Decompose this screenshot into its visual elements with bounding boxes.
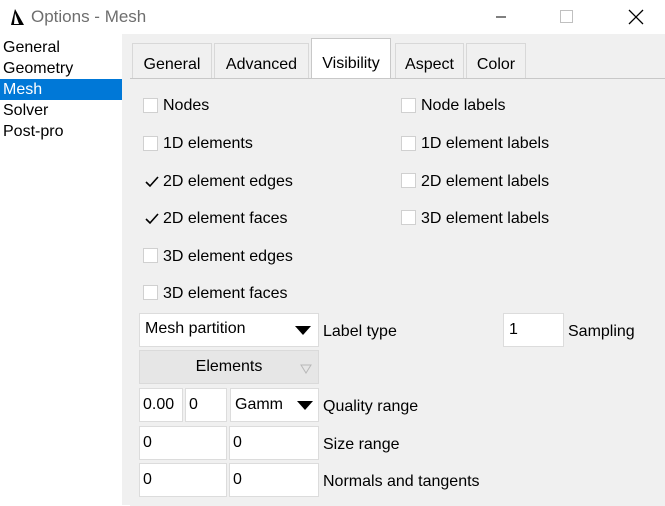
sidebar-item-geometry[interactable]: Geometry [0,58,122,79]
elements-menu-button[interactable]: Elements [139,350,319,384]
sidebar-item-mesh[interactable]: Mesh [0,79,122,100]
nodes-label: Nodes [163,97,210,114]
tab-color[interactable]: Color [466,43,526,78]
tab-general[interactable]: General [132,43,212,78]
visibility-panel: Nodes 1D elements 2D element edges 2D el… [130,78,665,506]
quality-min-input[interactable]: 0.00 [139,388,183,422]
2d-element-faces-label: 2D element faces [163,210,288,227]
options-main-area: General Advanced Visibility Aspect Color… [122,34,665,506]
sampling-label: Sampling [568,323,635,340]
2d-element-labels-checkbox[interactable] [401,173,416,188]
tab-advanced[interactable]: Advanced [214,43,309,78]
normals-input[interactable]: 0 [139,463,227,497]
2d-element-edges-checkbox[interactable] [143,173,159,188]
3d-element-faces-checkbox[interactable] [143,285,158,300]
size-min-input[interactable]: 0 [139,426,227,460]
1d-element-labels-checkbox[interactable] [401,136,416,151]
1d-elements-checkbox[interactable] [143,136,158,151]
1d-elements-label: 1D elements [163,135,253,152]
maximize-icon[interactable] [543,0,589,34]
3d-element-edges-label: 3D element edges [163,248,293,265]
1d-element-labels-label: 1D element labels [421,135,550,152]
3d-element-edges-checkbox[interactable] [143,248,158,263]
elements-button-label: Elements [195,358,263,375]
sidebar-item-post-pro[interactable]: Post-pro [0,121,122,142]
minimize-icon[interactable] [478,0,524,34]
tangents-input[interactable]: 0 [229,463,319,497]
label-type-value: Mesh partition [145,320,246,337]
size-max-input[interactable]: 0 [229,426,319,460]
sidebar-item-general[interactable]: General [0,37,122,58]
label-type-label: Label type [323,323,397,340]
chevron-down-icon [297,401,313,410]
quality-type-select[interactable]: Gamm [230,388,319,422]
2d-element-labels-label: 2D element labels [421,173,550,190]
label-type-select[interactable]: Mesh partition [139,313,319,347]
quality-range-label: Quality range [323,398,419,415]
quality-max-input[interactable]: 0 [185,388,227,422]
tab-aspect[interactable]: Aspect [395,43,464,78]
2d-element-edges-label: 2D element edges [163,173,293,190]
close-icon[interactable] [611,0,657,34]
chevron-down-icon [300,364,312,374]
node-labels-checkbox[interactable] [401,98,416,113]
nodes-checkbox[interactable] [143,98,158,113]
normals-tangents-label: Normals and tangents [323,473,480,490]
title-bar: Options - Mesh [0,0,665,34]
3d-element-labels-label: 3D element labels [421,210,550,227]
sidebar-item-solver[interactable]: Solver [0,100,122,121]
size-range-label: Size range [323,436,400,453]
quality-type-value: Gamm [235,396,283,413]
options-category-list: General Geometry Mesh Solver Post-pro [0,34,122,505]
tab-visibility[interactable]: Visibility [311,38,391,78]
chevron-down-icon [295,326,311,335]
3d-element-faces-label: 3D element faces [163,285,288,302]
sampling-input[interactable]: 1 [503,313,564,347]
2d-element-faces-checkbox[interactable] [143,210,159,225]
gmsh-app-icon [8,8,26,26]
window-title: Options - Mesh [31,7,147,26]
3d-element-labels-checkbox[interactable] [401,210,416,225]
node-labels-label: Node labels [421,97,506,114]
